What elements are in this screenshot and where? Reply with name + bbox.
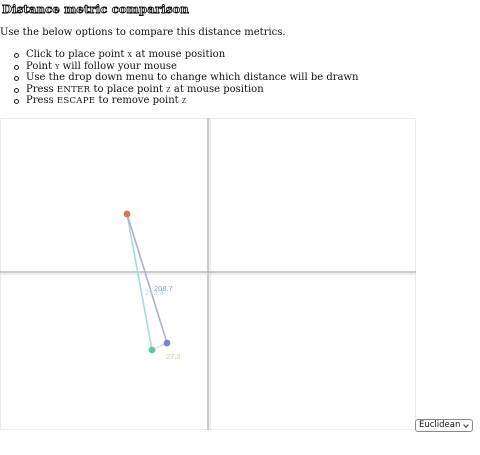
yz-distance-label: 27.3 bbox=[166, 352, 181, 361]
point-z-marker[interactable] bbox=[148, 346, 156, 354]
intro-text: Use the below options to compare this di… bbox=[0, 27, 286, 38]
instruction-enter-text-mid: to place point bbox=[90, 83, 167, 95]
instruction-follow: Point y will follow your mouse bbox=[0, 61, 358, 73]
instruction-enter: Press ENTER to place point z at mouse po… bbox=[0, 84, 358, 96]
xz-distance-label: 212.4 bbox=[145, 288, 164, 297]
instruction-dropdown: Use the drop down menu to change which d… bbox=[0, 72, 358, 84]
selected-metric-label: Euclidean bbox=[419, 420, 461, 430]
instruction-enter-text-end: at mouse position bbox=[170, 83, 264, 95]
instruction-escape-text-mid: to remove point bbox=[95, 95, 182, 106]
instruction-dropdown-text: Use the drop down menu to change which d… bbox=[26, 72, 359, 83]
instruction-click-text: Click to place point bbox=[26, 49, 128, 60]
point-y-marker[interactable] bbox=[163, 339, 171, 347]
chevron-down-icon bbox=[463, 422, 469, 428]
instruction-enter-text: Press bbox=[26, 83, 57, 95]
instructions-list: Click to place point x at mouse position… bbox=[0, 49, 358, 107]
point-z-symbol-2: z bbox=[181, 96, 187, 106]
instruction-click-text-end: at mouse position bbox=[132, 49, 226, 60]
distance-metric-select[interactable]: Euclidean bbox=[415, 419, 473, 432]
point-x-marker[interactable] bbox=[123, 210, 131, 218]
escape-key-label: ESCAPE bbox=[56, 96, 96, 106]
distance-canvas-svg[interactable]: 208.7 212.4 27.3 bbox=[0, 118, 416, 430]
instruction-follow-text-end: will follow your mouse bbox=[59, 60, 177, 72]
instruction-follow-text: Point bbox=[26, 60, 56, 72]
instruction-click: Click to place point x at mouse position bbox=[0, 49, 358, 61]
enter-key-label: ENTER bbox=[56, 84, 91, 95]
page-title: Distance metric comparison bbox=[2, 2, 190, 17]
instruction-escape: Press ESCAPE to remove point z bbox=[0, 95, 358, 107]
distance-canvas[interactable]: 208.7 212.4 27.3 bbox=[0, 118, 416, 430]
instruction-escape-text: Press bbox=[26, 95, 57, 106]
